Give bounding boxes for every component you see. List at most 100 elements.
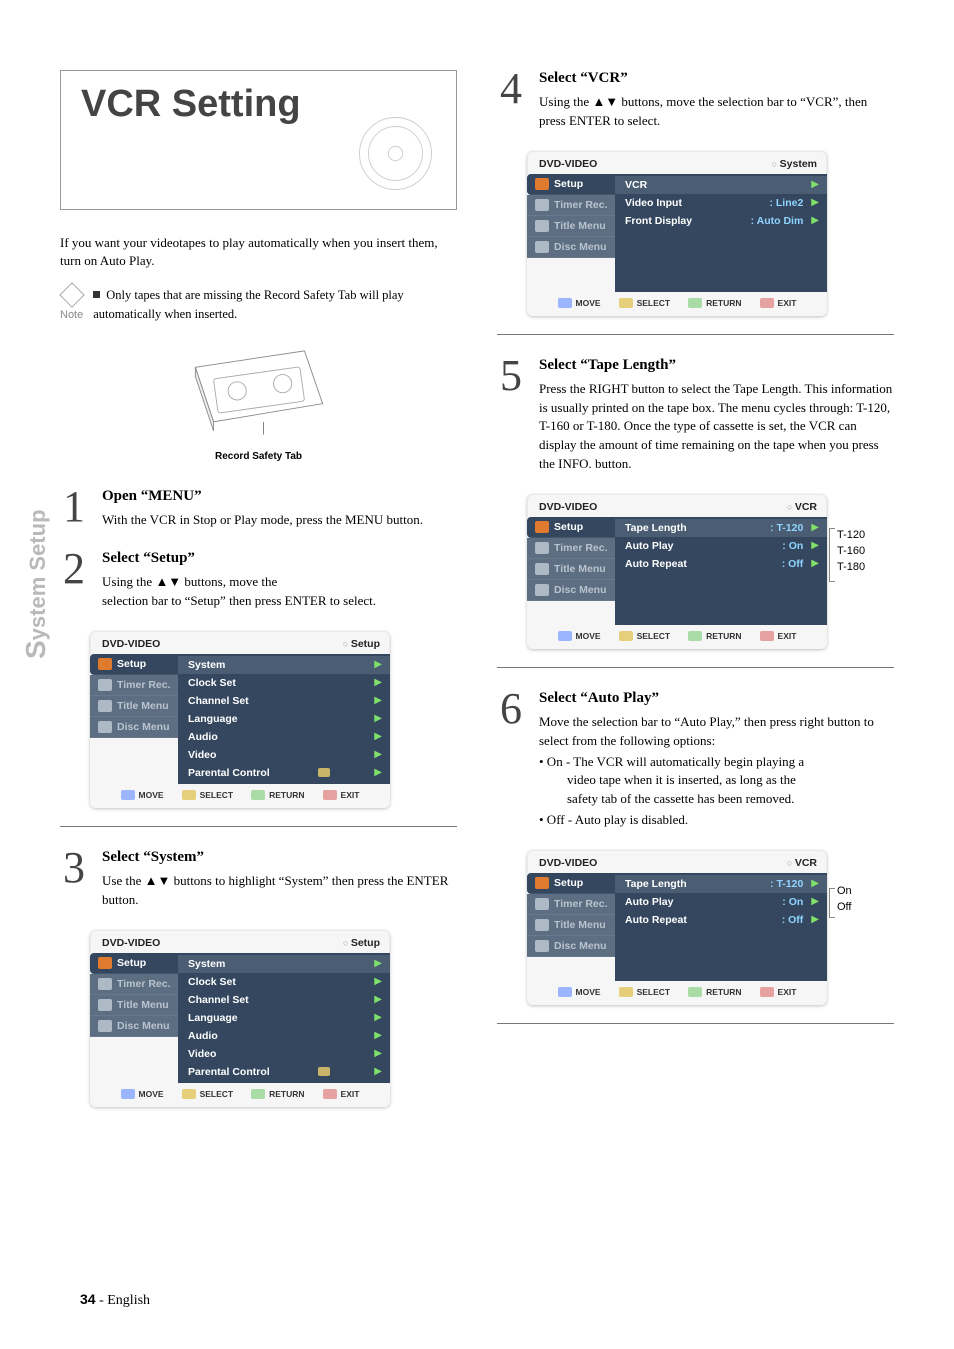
sidebar-item-disc-menu[interactable]: Disc Menu [527, 936, 615, 957]
sidebar-item-setup[interactable]: Setup [90, 654, 178, 675]
exit-icon [760, 987, 774, 997]
chevron-right-icon: ▶ [374, 677, 382, 688]
menu-row-language[interactable]: Language▶ [178, 710, 390, 728]
clock-icon [535, 199, 549, 211]
sidebar-item-setup[interactable]: Setup [90, 953, 178, 974]
sidebar-item-title-menu[interactable]: Title Menu [527, 915, 615, 936]
sidebar-item-setup[interactable]: Setup [527, 174, 615, 195]
menu-row-vcr[interactable]: VCR▶ [615, 176, 827, 194]
chevron-right-icon: ▶ [374, 659, 382, 670]
clock-icon [98, 978, 112, 990]
title-icon [98, 999, 112, 1011]
step-5: 5 Select “Tape Length” Press the RIGHT b… [497, 357, 894, 474]
select-icon [182, 790, 196, 800]
lock-icon [318, 768, 330, 777]
sidebar-item-timer[interactable]: Timer Rec. [527, 894, 615, 915]
chevron-right-icon: ▶ [374, 731, 382, 742]
chevron-right-icon: ▶ [374, 1012, 382, 1023]
menu-row-video-input[interactable]: Video Input: Line2▶ [615, 194, 827, 212]
menu-row-auto-repeat[interactable]: Auto Repeat: Off▶ [615, 555, 827, 573]
gear-icon [535, 521, 549, 533]
osd-vcr-autoplay: DVD-VIDEOVCR Setup Timer Rec. Title Menu… [527, 850, 827, 1005]
chevron-right-icon: ▶ [374, 749, 382, 760]
sidebar-item-disc-menu[interactable]: Disc Menu [527, 237, 615, 258]
chevron-right-icon: ▶ [374, 713, 382, 724]
autoplay-callout: On Off [837, 850, 852, 916]
gear-icon [535, 178, 549, 190]
menu-row-clock[interactable]: Clock Set▶ [178, 674, 390, 692]
note-block: Note Only tapes that are missing the Rec… [60, 286, 457, 324]
menu-row-auto-play[interactable]: Auto Play: On▶ [615, 537, 827, 555]
menu-row-audio[interactable]: Audio▶ [178, 728, 390, 746]
exit-icon [760, 298, 774, 308]
menu-row-tape-length[interactable]: Tape Length: T-120▶ [615, 875, 827, 893]
step-4: 4 Select “VCR” Using the ▲▼ buttons, mov… [497, 70, 894, 131]
menu-row-video[interactable]: Video▶ [178, 746, 390, 764]
divider [497, 1023, 894, 1024]
disc-icon [98, 1020, 112, 1032]
move-icon [558, 987, 572, 997]
sidebar-item-title-menu[interactable]: Title Menu [527, 559, 615, 580]
menu-row-parental[interactable]: Parental Control▶ [178, 1063, 390, 1081]
menu-row-channel[interactable]: Channel Set▶ [178, 991, 390, 1009]
sidebar-item-timer[interactable]: Timer Rec. [527, 538, 615, 559]
intro-text: If you want your videotapes to play auto… [60, 234, 457, 270]
chevron-right-icon: ▶ [811, 878, 819, 889]
note-icon [59, 283, 84, 308]
disc-icon [98, 721, 112, 733]
sidebar-item-setup[interactable]: Setup [527, 873, 615, 894]
clock-icon [98, 679, 112, 691]
gear-icon [535, 877, 549, 889]
menu-row-video[interactable]: Video▶ [178, 1045, 390, 1063]
divider [60, 826, 457, 827]
sidebar-item-timer[interactable]: Timer Rec. [527, 195, 615, 216]
menu-row-system[interactable]: System▶ [178, 955, 390, 973]
chevron-right-icon: ▶ [811, 540, 819, 551]
gear-icon [98, 658, 112, 670]
title-icon [535, 919, 549, 931]
menu-row-front-display[interactable]: Front Display: Auto Dim▶ [615, 212, 827, 230]
menu-row-parental[interactable]: Parental Control▶ [178, 764, 390, 782]
chevron-right-icon: ▶ [811, 896, 819, 907]
chevron-right-icon: ▶ [374, 976, 382, 987]
sidebar-item-setup[interactable]: Setup [527, 517, 615, 538]
select-icon [619, 298, 633, 308]
chevron-right-icon: ▶ [811, 179, 819, 190]
step-6: 6 Select “Auto Play” Move the selection … [497, 690, 894, 830]
sidebar-item-disc-menu[interactable]: Disc Menu [527, 580, 615, 601]
osd-setup-2: DVD-VIDEOSetup Setup Timer Rec. Title Me… [90, 930, 390, 1107]
cassette-icon [184, 340, 334, 440]
menu-row-tape-length[interactable]: Tape Length: T-120▶ [615, 519, 827, 537]
osd-vcr-tape: DVD-VIDEOVCR Setup Timer Rec. Title Menu… [527, 494, 827, 649]
menu-row-channel[interactable]: Channel Set▶ [178, 692, 390, 710]
menu-row-system[interactable]: System▶ [178, 656, 390, 674]
step-1: 1 Open “MENU” With the VCR in Stop or Pl… [60, 488, 457, 530]
lock-icon [318, 1067, 330, 1076]
chevron-right-icon: ▶ [811, 522, 819, 533]
sidebar-item-timer[interactable]: Timer Rec. [90, 675, 178, 696]
title-icon [98, 700, 112, 712]
title-icon [535, 220, 549, 232]
tape-length-callout: T-120 T-160 T-180 [837, 494, 865, 576]
select-icon [619, 987, 633, 997]
return-icon [251, 790, 265, 800]
chevron-right-icon: ▶ [811, 558, 819, 569]
sidebar-item-title-menu[interactable]: Title Menu [527, 216, 615, 237]
sidebar-item-title-menu[interactable]: Title Menu [90, 995, 178, 1016]
exit-icon [323, 790, 337, 800]
sidebar-item-disc-menu[interactable]: Disc Menu [90, 717, 178, 738]
chevron-right-icon: ▶ [374, 994, 382, 1005]
move-icon [558, 631, 572, 641]
menu-row-auto-play[interactable]: Auto Play: On▶ [615, 893, 827, 911]
chevron-right-icon: ▶ [374, 958, 382, 969]
menu-row-audio[interactable]: Audio▶ [178, 1027, 390, 1045]
sidebar-item-disc-menu[interactable]: Disc Menu [90, 1016, 178, 1037]
menu-row-clock[interactable]: Clock Set▶ [178, 973, 390, 991]
sidebar-item-title-menu[interactable]: Title Menu [90, 696, 178, 717]
disc-icon [535, 584, 549, 596]
menu-row-language[interactable]: Language▶ [178, 1009, 390, 1027]
chevron-right-icon: ▶ [374, 1048, 382, 1059]
move-icon [558, 298, 572, 308]
sidebar-item-timer[interactable]: Timer Rec. [90, 974, 178, 995]
menu-row-auto-repeat[interactable]: Auto Repeat: Off▶ [615, 911, 827, 929]
